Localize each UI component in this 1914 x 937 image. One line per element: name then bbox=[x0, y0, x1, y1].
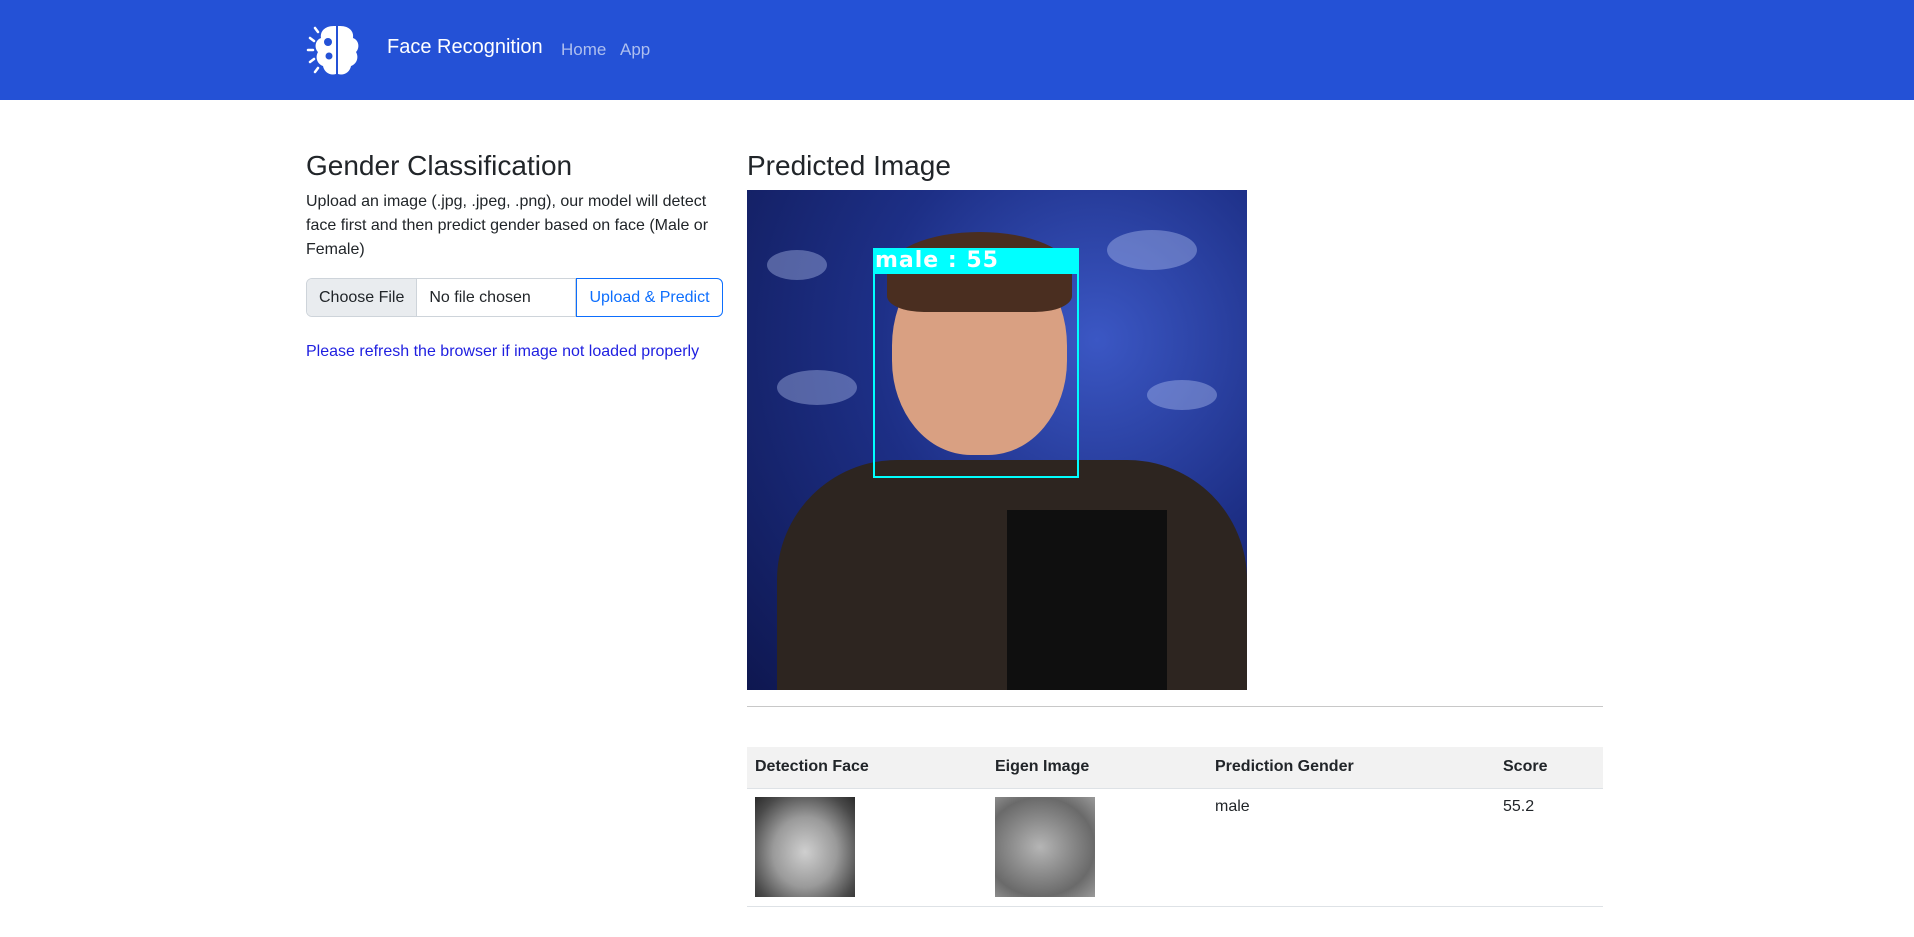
predicted-image-title: Predicted Image bbox=[747, 150, 951, 181]
eigen-image-cell bbox=[987, 788, 1207, 907]
face-detection-label: male : 55 bbox=[873, 248, 1079, 274]
refresh-note: Please refresh the browser if image not … bbox=[306, 343, 700, 360]
nav-link-app[interactable]: App bbox=[620, 40, 650, 60]
detected-face-thumbnail bbox=[755, 796, 855, 897]
background-light bbox=[767, 250, 827, 280]
prediction-gender-value: male bbox=[1207, 788, 1495, 907]
choose-file-button[interactable]: Choose File bbox=[307, 279, 418, 316]
score-value: 55.2 bbox=[1495, 788, 1603, 907]
table-header-row: Detection Face Eigen Image Prediction Ge… bbox=[747, 747, 1603, 789]
brain-logo-icon[interactable] bbox=[306, 20, 372, 80]
background-light bbox=[1107, 230, 1197, 270]
background-light bbox=[1147, 380, 1217, 410]
predicted-image: male : 55 bbox=[747, 190, 1247, 690]
upload-panel: Gender Classification Upload an image (.… bbox=[306, 146, 726, 262]
nav-link-home[interactable]: Home bbox=[561, 40, 606, 60]
header-score: Score bbox=[1495, 747, 1603, 789]
header-detection-face: Detection Face bbox=[747, 747, 987, 789]
file-input[interactable]: Choose File No file chosen bbox=[306, 278, 576, 317]
file-status: No file chosen bbox=[429, 289, 531, 306]
divider bbox=[747, 706, 1603, 707]
navbar: Face Recognition Home App bbox=[0, 0, 1914, 100]
page-title: Gender Classification bbox=[306, 150, 573, 181]
eigen-image-thumbnail bbox=[995, 796, 1095, 897]
detection-face-cell bbox=[747, 788, 987, 907]
upload-form: Choose File No file chosen Upload & Pred… bbox=[306, 278, 723, 317]
person-shirt bbox=[1007, 510, 1167, 690]
results-table: Detection Face Eigen Image Prediction Ge… bbox=[747, 747, 1603, 907]
table-row: male 55.2 bbox=[747, 788, 1603, 907]
brand-name[interactable]: Face Recognition bbox=[387, 36, 543, 59]
face-detection-box bbox=[873, 248, 1079, 478]
upload-predict-button[interactable]: Upload & Predict bbox=[576, 278, 723, 317]
header-eigen-image: Eigen Image bbox=[987, 747, 1207, 789]
upload-description: Upload an image (.jpg, .jpeg, .png), our… bbox=[306, 193, 709, 258]
header-prediction-gender: Prediction Gender bbox=[1207, 747, 1495, 789]
background-light bbox=[777, 370, 857, 405]
